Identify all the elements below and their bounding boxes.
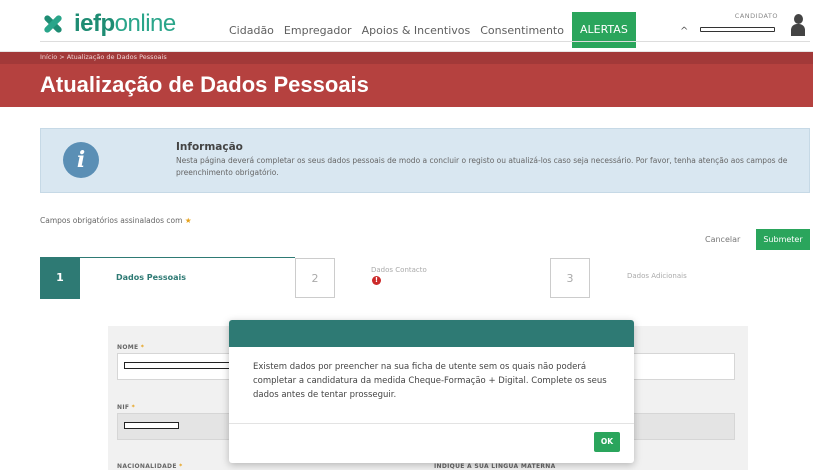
step-1-tab[interactable]: Dados Pessoais <box>80 257 295 299</box>
nif-input-right[interactable] <box>630 413 735 440</box>
nav-empregador[interactable]: Empregador <box>284 24 352 37</box>
info-text: Nesta página deverá completar os seus da… <box>176 156 788 177</box>
modal-message: Existem dados por preencher na sua ficha… <box>253 362 607 401</box>
info-box: i Informação Nesta página deverá complet… <box>40 128 810 193</box>
step-1-label: Dados Pessoais <box>116 273 187 282</box>
submit-button[interactable]: Submeter <box>756 229 810 250</box>
nav-consentimento[interactable]: Consentimento <box>480 24 564 37</box>
step-1-number[interactable]: 1 <box>40 257 80 299</box>
main-nav: Cidadão Empregador Apoios & Incentivos C… <box>229 12 636 48</box>
nome-value-redacted <box>124 362 231 369</box>
user-avatar-icon[interactable] <box>791 14 805 36</box>
steps-divider <box>40 41 810 42</box>
modal-header <box>229 320 634 347</box>
nif-label: NIF * <box>117 404 136 411</box>
step-2-number[interactable]: 2 <box>295 258 335 298</box>
iefp-logo[interactable]: iefponline <box>40 10 176 38</box>
logo-mark-icon <box>40 11 66 37</box>
required-note-text: Campos obrigatórios assinalados com <box>40 216 183 225</box>
nif-value-redacted <box>124 422 179 429</box>
error-alert-icon: ! <box>372 276 381 285</box>
breadcrumb[interactable]: Início > Atualização de Dados Pessoais <box>40 53 167 61</box>
ok-button[interactable]: OK <box>594 432 620 452</box>
step-2-label[interactable]: Dados Contacto <box>371 266 427 274</box>
page-title: Atualização de Dados Pessoais <box>40 72 369 97</box>
candidate-name-redacted <box>700 27 775 32</box>
alert-modal: Existem dados por preencher na sua ficha… <box>229 320 634 463</box>
modal-divider <box>229 423 634 424</box>
logo-text: iefponline <box>74 10 176 37</box>
nacionalidade-label: NACIONALIDADE * <box>117 463 183 470</box>
nav-cidadao[interactable]: Cidadão <box>229 24 274 37</box>
lingua-materna-label: INDIQUE A SUA LÍNGUA MATERNA <box>434 463 556 470</box>
required-note: Campos obrigatórios assinalados com ★ <box>40 216 192 225</box>
top-header: iefponline Cidadão Empregador Apoios & I… <box>0 0 813 52</box>
chevron-up-icon[interactable]: ^ <box>680 26 688 37</box>
step-3-label[interactable]: Dados Adicionais <box>627 272 687 280</box>
candidate-menu[interactable]: CANDIDATO ^ <box>680 10 805 44</box>
candidate-label: CANDIDATO <box>734 12 778 20</box>
star-icon: ★ <box>184 216 192 225</box>
info-heading: Informação <box>176 141 243 153</box>
nome-input-right[interactable] <box>630 353 735 380</box>
cancel-button[interactable]: Cancelar <box>705 235 740 244</box>
nav-alertas[interactable]: ALERTAS <box>571 12 636 48</box>
step-3-number[interactable]: 3 <box>550 258 590 298</box>
info-icon: i <box>63 142 99 178</box>
nome-label: NOME * <box>117 344 145 351</box>
nav-apoios-incentivos[interactable]: Apoios & Incentivos <box>362 24 471 37</box>
